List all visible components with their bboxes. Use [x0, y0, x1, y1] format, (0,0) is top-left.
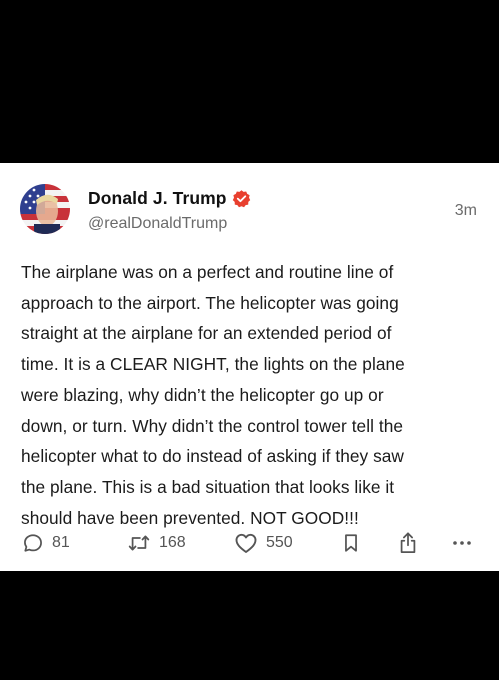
post-card: Donald J. Trump @realDonaldTrump 3m The …: [0, 163, 499, 571]
like-button[interactable]: 550: [234, 525, 293, 561]
share-button[interactable]: [397, 525, 419, 561]
reply-button[interactable]: 81: [22, 525, 70, 561]
post-text: The airplane was on a perfect and routin…: [21, 262, 405, 528]
more-options-button[interactable]: [452, 525, 472, 561]
share-icon: [397, 531, 419, 555]
like-icon: [234, 532, 258, 554]
like-count: 550: [266, 534, 293, 551]
author-row: Donald J. Trump: [88, 188, 251, 209]
action-bar: 81 168 550: [0, 525, 499, 561]
retruth-icon: [127, 532, 151, 554]
more-icon: [452, 540, 472, 546]
avatar[interactable]: [20, 184, 70, 234]
post-timestamp[interactable]: 3m: [455, 202, 477, 220]
bookmark-button[interactable]: [340, 525, 362, 561]
verified-badge-icon: [232, 189, 251, 208]
reply-icon: [22, 532, 44, 554]
author-name[interactable]: Donald J. Trump: [88, 188, 227, 209]
retruth-count: 168: [159, 534, 186, 551]
author-handle[interactable]: @realDonaldTrump: [88, 215, 227, 233]
screenshot-frame: Donald J. Trump @realDonaldTrump 3m The …: [0, 0, 499, 680]
retruth-button[interactable]: 168: [127, 525, 186, 561]
bookmark-icon: [340, 532, 362, 554]
reply-count: 81: [52, 534, 70, 551]
avatar-image: [20, 184, 70, 234]
